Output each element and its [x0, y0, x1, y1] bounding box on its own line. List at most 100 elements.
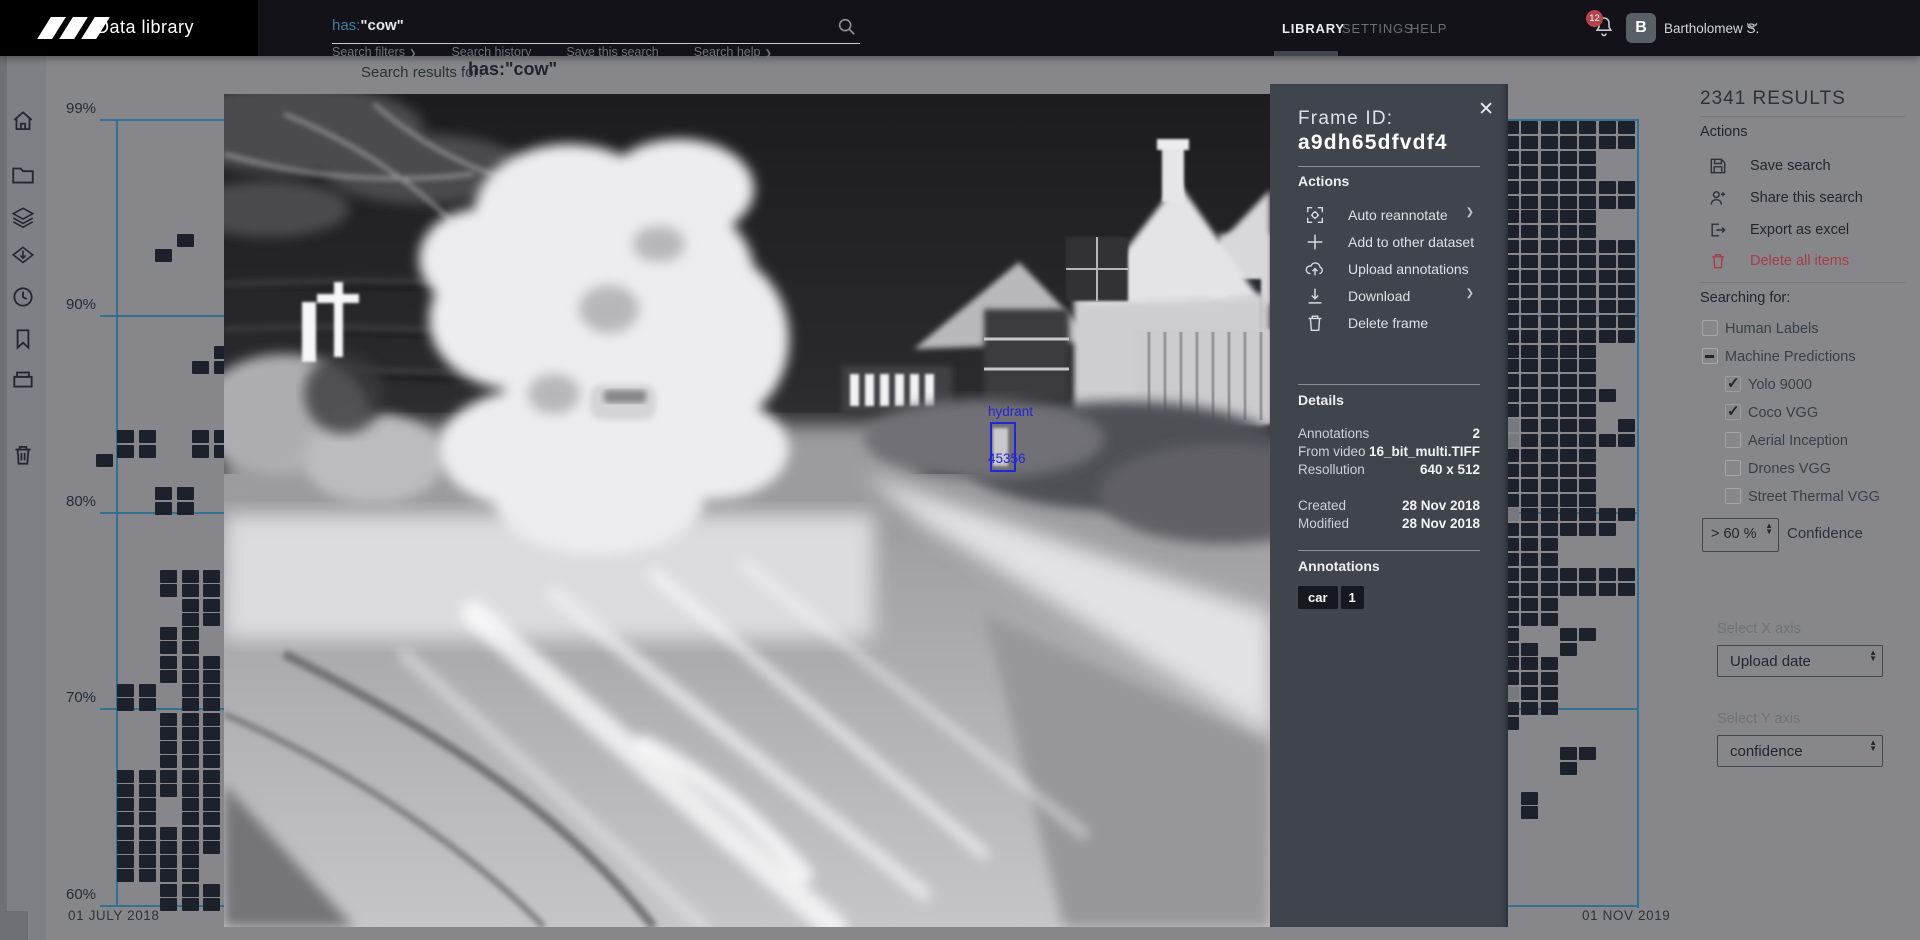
frame-cell[interactable] [1579, 434, 1596, 447]
frame-cell[interactable] [160, 741, 177, 754]
export-diamond-icon[interactable] [10, 243, 36, 269]
frame-cell[interactable] [1521, 702, 1538, 715]
frame-cell[interactable] [1541, 255, 1558, 268]
avatar[interactable]: B [1626, 13, 1656, 43]
frame-cell[interactable] [1541, 508, 1558, 521]
frame-cell[interactable] [203, 670, 220, 683]
frame-cell[interactable] [1579, 628, 1596, 641]
frame-cell[interactable] [1579, 300, 1596, 313]
frame-cell[interactable] [139, 430, 156, 443]
export-excel-button[interactable]: Export as excel [1690, 220, 1920, 242]
frame-cell[interactable] [1521, 598, 1538, 611]
frame-cell[interactable] [1579, 151, 1596, 164]
frame-cell[interactable] [182, 613, 199, 626]
frame-cell[interactable] [155, 487, 172, 500]
frame-cell[interactable] [1541, 538, 1558, 551]
frame-cell[interactable] [1599, 285, 1616, 298]
confidence-stepper[interactable]: > 60 % ▲▼ [1702, 518, 1779, 552]
frame-cell[interactable] [1618, 315, 1635, 328]
frame-cell[interactable] [182, 684, 199, 697]
frame-cell[interactable] [1541, 270, 1558, 283]
frame-cell[interactable] [160, 755, 177, 768]
frame-cell[interactable] [139, 812, 156, 825]
frame-cell[interactable] [1599, 315, 1616, 328]
frame-cell[interactable] [1618, 121, 1635, 134]
frame-cell[interactable] [1560, 762, 1577, 775]
frame-cell[interactable] [1560, 270, 1577, 283]
frame-cell[interactable] [1521, 792, 1538, 805]
frame-cell[interactable] [1599, 255, 1616, 268]
frame-cell[interactable] [1599, 300, 1616, 313]
frame-cell[interactable] [192, 430, 209, 443]
frame-cell[interactable] [1579, 419, 1596, 432]
frame-cell[interactable] [177, 487, 194, 500]
frame-cell[interactable] [1541, 300, 1558, 313]
frame-cell[interactable] [1599, 583, 1616, 596]
frame-cell[interactable] [203, 898, 220, 911]
frame-cell[interactable] [1579, 494, 1596, 507]
frame-cell[interactable] [1579, 479, 1596, 492]
frame-cell[interactable] [1560, 449, 1577, 462]
frame-cell[interactable] [1618, 270, 1635, 283]
frame-cell[interactable] [1560, 300, 1577, 313]
frame-cell[interactable] [1521, 270, 1538, 283]
frame-cell[interactable] [1579, 121, 1596, 134]
frame-cell[interactable] [1560, 568, 1577, 581]
frame-cell[interactable] [1521, 687, 1538, 700]
frame-cell[interactable] [1599, 568, 1616, 581]
frame-cell[interactable] [182, 641, 199, 654]
frame-cell[interactable] [1618, 508, 1635, 521]
frame-cell[interactable] [1541, 449, 1558, 462]
tab-settings[interactable]: SETTINGS [1342, 21, 1413, 36]
frame-cell[interactable] [182, 656, 199, 669]
share-search-button[interactable]: Share this search [1690, 188, 1920, 210]
search-help-link[interactable]: Search help❯ [694, 45, 772, 59]
frame-cell[interactable] [1560, 240, 1577, 253]
frame-cell[interactable] [1521, 419, 1538, 432]
frame-cell[interactable] [1541, 672, 1558, 685]
frame-cell[interactable] [1599, 389, 1616, 402]
frame-cell[interactable] [182, 584, 199, 597]
frame-cell[interactable] [203, 812, 220, 825]
frame-cell[interactable] [1560, 345, 1577, 358]
frame-cell[interactable] [117, 784, 134, 797]
frame-cell[interactable] [1579, 270, 1596, 283]
frame-cell[interactable] [1541, 374, 1558, 387]
frame-cell[interactable] [1541, 389, 1558, 402]
checkbox[interactable] [1725, 460, 1741, 476]
frame-cell[interactable] [1541, 330, 1558, 343]
frame-cell[interactable] [1521, 240, 1538, 253]
frame-cell[interactable] [182, 698, 199, 711]
frame-cell[interactable] [1579, 196, 1596, 209]
frame-cell[interactable] [1579, 315, 1596, 328]
frame-cell[interactable] [1521, 374, 1538, 387]
frame-cell[interactable] [117, 855, 134, 868]
frame-cell[interactable] [1521, 449, 1538, 462]
frame-cell[interactable] [1541, 240, 1558, 253]
frame-cell[interactable] [182, 812, 199, 825]
frame-cell[interactable] [182, 841, 199, 854]
frame-cell[interactable] [203, 884, 220, 897]
frame-cell[interactable] [1521, 255, 1538, 268]
frame-cell[interactable] [160, 827, 177, 840]
frame-cell[interactable] [1541, 464, 1558, 477]
frame-cell[interactable] [1560, 166, 1577, 179]
frame-cell[interactable] [1560, 181, 1577, 194]
frame-cell[interactable] [182, 713, 199, 726]
frame-cell[interactable] [1579, 374, 1596, 387]
frame-cell[interactable] [117, 869, 134, 882]
frame-cell[interactable] [203, 613, 220, 626]
frame-cell[interactable] [177, 502, 194, 515]
frame-cell[interactable] [1618, 196, 1635, 209]
frame-cell[interactable] [1560, 523, 1577, 536]
frame-cell[interactable] [1541, 553, 1558, 566]
frame-cell[interactable] [1599, 330, 1616, 343]
home-icon[interactable] [10, 108, 36, 134]
frame-cell[interactable] [160, 898, 177, 911]
frame-cell[interactable] [1541, 479, 1558, 492]
tab-help[interactable]: HELP [1410, 21, 1447, 36]
frame-cell[interactable] [1541, 359, 1558, 372]
frame-cell[interactable] [160, 727, 177, 740]
frame-cell[interactable] [1579, 464, 1596, 477]
archive-icon[interactable] [10, 366, 36, 392]
